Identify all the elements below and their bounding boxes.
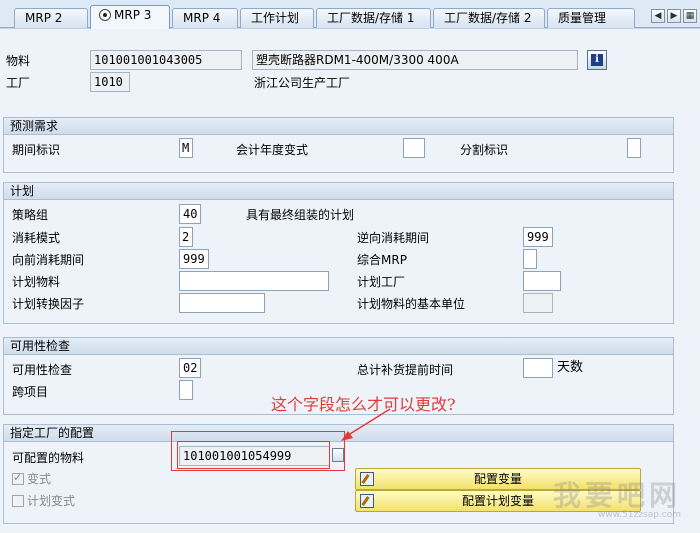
plant-field[interactable]: 1010 — [90, 72, 130, 92]
fiscal-year-variant-field[interactable] — [403, 138, 425, 158]
backward-consumption-label: 逆向消耗期间 — [357, 231, 430, 245]
tab-plant-storage-2[interactable]: 工厂数据/存储 2 — [433, 8, 545, 28]
tab-list-icon: ▦ — [685, 11, 695, 21]
availability-check-field[interactable]: 02 — [179, 358, 201, 378]
planning-plant-label: 计划工厂 — [357, 275, 406, 289]
availability-check-label: 可用性检查 — [12, 363, 73, 377]
cross-project-label: 跨项目 — [12, 385, 49, 399]
planning-variant-label: 计划变式 — [27, 494, 76, 508]
strategy-group-description: 具有最终组装的计划 — [246, 208, 355, 222]
strategy-group-label: 策略组 — [12, 208, 49, 222]
planning-plant-field[interactable] — [523, 271, 561, 291]
annotation-arrow-icon — [341, 408, 391, 441]
edit-pencil-icon — [360, 472, 374, 486]
material-label: 物料 — [6, 54, 31, 68]
conversion-factor-field[interactable] — [179, 293, 265, 313]
forward-consumption-field[interactable]: 999 — [179, 249, 209, 269]
planning-variant-checkbox[interactable] — [12, 495, 24, 507]
tab-strip: MRP 2 MRP 3 MRP 4 工作计划 工厂数据/存储 1 工厂数据/存储… — [0, 0, 700, 30]
backward-consumption-field[interactable]: 999 — [523, 227, 553, 247]
plant-label: 工厂 — [6, 76, 31, 90]
conversion-factor-label: 计划转换因子 — [12, 297, 85, 311]
tab-work-scheduling[interactable]: 工作计划 — [240, 8, 314, 28]
consumption-mode-label: 消耗模式 — [12, 231, 61, 245]
plant-description: 浙江公司生产工厂 — [254, 76, 351, 90]
variant-label: 变式 — [27, 472, 52, 486]
splitting-indicator-label: 分割标识 — [460, 143, 509, 157]
info-icon: i — [591, 54, 603, 66]
mixed-mrp-label: 综合MRP — [357, 253, 407, 267]
planning-group: 计划 — [3, 182, 674, 324]
lead-time-unit: 天数 — [557, 360, 584, 375]
cross-project-field[interactable] — [179, 380, 193, 400]
configure-planning-variant-button-label: 配置计划变量 — [461, 494, 534, 508]
fiscal-year-variant-label: 会计年度变式 — [236, 143, 309, 157]
tab-label: 工厂数据/存储 2 — [444, 11, 532, 25]
period-indicator-label: 期间标识 — [12, 143, 61, 157]
tab-next-button[interactable]: ▶ — [667, 9, 681, 23]
tab-prev-button[interactable]: ◀ — [651, 9, 665, 23]
tab-mrp4[interactable]: MRP 4 — [172, 8, 238, 28]
forecast-group-title: 预测需求 — [4, 118, 673, 135]
tab-label: 质量管理 — [558, 11, 607, 25]
tab-label: 工厂数据/存储 1 — [327, 11, 415, 25]
annotation-inner-box — [177, 441, 330, 469]
watermark-url: www.51zzsap.com — [598, 510, 682, 520]
replenishment-lead-time-label: 总计补货提前时间 — [357, 363, 454, 377]
planning-group-title: 计划 — [4, 183, 673, 200]
mixed-mrp-field[interactable] — [523, 249, 537, 269]
edit-pencil-icon — [360, 494, 374, 508]
material-description-field[interactable]: 塑壳断路器RDM1-400M/3300 400A — [252, 50, 578, 70]
watermark-logo: 我要吧网 — [553, 479, 682, 512]
tab-mrp3[interactable]: MRP 3 — [90, 5, 170, 29]
tab-label: 工作计划 — [251, 11, 300, 25]
consumption-mode-field[interactable]: 2 — [179, 227, 193, 247]
planning-material-label: 计划物料 — [12, 275, 61, 289]
tab-list-button[interactable]: ▦ — [683, 9, 697, 23]
material-field[interactable]: 101001001043005 — [90, 50, 242, 70]
tab-label: MRP 3 — [114, 8, 152, 22]
period-indicator-field[interactable]: M — [179, 138, 193, 158]
configurable-material-label: 可配置的物料 — [12, 451, 85, 465]
splitting-indicator-field[interactable] — [627, 138, 641, 158]
tab-mrp2[interactable]: MRP 2 — [14, 8, 88, 28]
arrow-left-icon: ◀ — [654, 11, 662, 21]
replenishment-lead-time-field[interactable] — [523, 358, 553, 378]
variant-checkbox[interactable] — [12, 471, 24, 485]
tab-label: MRP 4 — [183, 11, 221, 25]
planning-base-unit-field[interactable] — [523, 293, 553, 313]
tab-quality-management[interactable]: 质量管理 — [547, 8, 635, 28]
availability-group-title: 可用性检查 — [4, 338, 673, 355]
selected-radio-icon — [99, 9, 111, 21]
forward-consumption-label: 向前消耗期间 — [12, 253, 85, 267]
configure-variant-button-label: 配置变量 — [473, 472, 522, 486]
planning-base-unit-label: 计划物料的基本单位 — [357, 297, 466, 311]
tab-plant-storage-1[interactable]: 工厂数据/存储 1 — [316, 8, 431, 28]
planning-material-field[interactable] — [179, 271, 329, 291]
info-button[interactable]: i — [587, 50, 607, 70]
tab-label: MRP 2 — [25, 11, 63, 25]
arrow-right-icon: ▶ — [670, 11, 678, 21]
forecast-group: 预测需求 — [3, 117, 674, 173]
strategy-group-field[interactable]: 40 — [179, 204, 201, 224]
